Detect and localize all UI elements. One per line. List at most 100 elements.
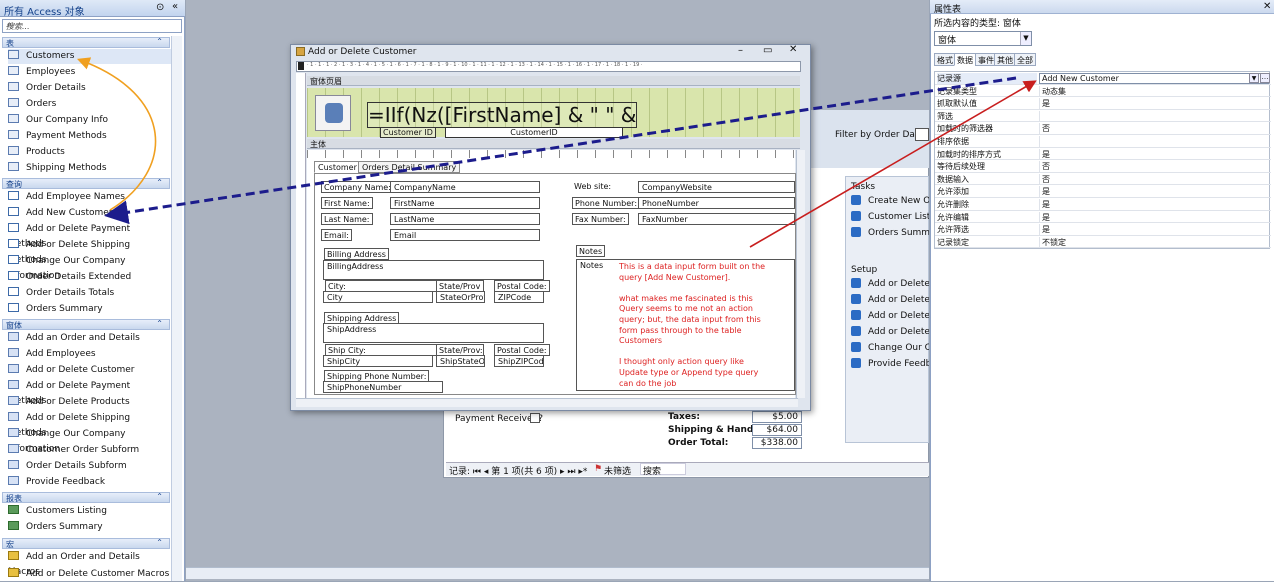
- phone-field[interactable]: PhoneNumber: [638, 197, 795, 209]
- record-source-dropdown-icon[interactable]: ▼: [1249, 73, 1259, 83]
- record-position[interactable]: 记录: ⏮ ◂ 第 1 项(共 6 项) ▸ ⏭ ▸*: [449, 464, 587, 477]
- email-field[interactable]: Email: [390, 229, 540, 241]
- nav-item[interactable]: Add New Customer: [8, 206, 171, 221]
- property-value[interactable]: 否: [1039, 161, 1269, 173]
- ship-postal-field[interactable]: ShipZIPCode: [494, 355, 544, 367]
- object-selector-dropdown[interactable]: 窗体 ▼: [934, 31, 1032, 46]
- setup-link[interactable]: Provide Feedback: [851, 358, 929, 369]
- property-row[interactable]: 允许筛选 是: [935, 223, 1271, 236]
- setup-link[interactable]: Change Our Con: [851, 342, 929, 353]
- nav-item[interactable]: Change Our Company Information: [8, 427, 171, 454]
- nav-item[interactable]: Add or Delete Payment Methods: [8, 379, 171, 406]
- nav-item[interactable]: Payment Methods: [8, 129, 171, 144]
- task-link[interactable]: Orders Summary: [851, 227, 929, 238]
- company-name-field[interactable]: CompanyName: [390, 181, 540, 193]
- nav-item[interactable]: Products: [8, 145, 171, 160]
- nav-menu-icon[interactable]: ⊙: [156, 2, 164, 13]
- property-value[interactable]: 否: [1039, 123, 1269, 135]
- nav-item[interactable]: Add an Order and Details: [8, 331, 171, 346]
- design-hscrollbar[interactable]: [296, 398, 798, 407]
- shipping-value[interactable]: $64.00: [752, 424, 802, 436]
- property-value[interactable]: 是: [1039, 186, 1269, 198]
- property-value[interactable]: 动态集: [1039, 85, 1269, 97]
- customer-picture-icon[interactable]: [315, 95, 351, 131]
- property-tab[interactable]: 其他: [994, 53, 1016, 66]
- property-row[interactable]: 等待后续处理 否: [935, 160, 1271, 173]
- no-filter-button[interactable]: 未筛选: [604, 464, 631, 477]
- nav-item[interactable]: Our Company Info: [8, 113, 171, 128]
- billing-address-label[interactable]: Billing Address: [324, 248, 389, 260]
- detail-section-bar[interactable]: 主体: [307, 139, 800, 149]
- nav-item[interactable]: Employees: [8, 65, 171, 80]
- property-value[interactable]: 是: [1039, 211, 1269, 223]
- property-value[interactable]: Add New Customer: [1039, 73, 1269, 84]
- nav-item[interactable]: Shipping Methods: [8, 161, 171, 176]
- property-value[interactable]: 不锁定: [1039, 236, 1269, 248]
- property-value[interactable]: 是: [1039, 148, 1269, 160]
- workspace-hscrollbar[interactable]: [186, 567, 929, 579]
- setup-link[interactable]: Add or Delete C: [851, 278, 929, 289]
- no-filter-icon[interactable]: ⚑: [594, 464, 602, 474]
- property-row[interactable]: 数据输入 否: [935, 173, 1271, 186]
- last-name-field[interactable]: LastName: [390, 213, 540, 225]
- nav-item[interactable]: Order Details Totals: [8, 286, 171, 301]
- property-value[interactable]: 是: [1039, 98, 1269, 110]
- phone-label[interactable]: Phone Number:: [572, 197, 641, 209]
- chevron-down-icon[interactable]: ▼: [1020, 32, 1031, 45]
- setup-link[interactable]: Add or Delete P: [851, 310, 929, 321]
- property-value[interactable]: [1039, 136, 1269, 147]
- property-row[interactable]: 抓取默认值 是: [935, 97, 1271, 110]
- nav-group-header[interactable]: 表 ⌃: [2, 37, 170, 48]
- tab-orders-detail-summary[interactable]: Orders Detail Summary: [358, 161, 461, 173]
- builder-button[interactable]: …: [1260, 73, 1270, 83]
- nav-item[interactable]: Customer Order Subform: [8, 443, 171, 458]
- nav-item[interactable]: Change Our Company Information: [8, 254, 171, 281]
- property-tab[interactable]: 全部: [1014, 53, 1036, 66]
- design-vscrollbar[interactable]: [796, 150, 805, 398]
- nav-item[interactable]: Add Employee Names: [8, 190, 171, 205]
- first-name-field[interactable]: FirstName: [390, 197, 540, 209]
- nav-item[interactable]: Orders: [8, 97, 171, 112]
- property-row[interactable]: 记录源 Add New Customer: [935, 72, 1271, 85]
- nav-item[interactable]: Order Details Extended: [8, 270, 171, 285]
- first-name-label[interactable]: First Name:: [321, 197, 373, 209]
- fax-field[interactable]: FaxNumber: [638, 213, 795, 225]
- property-row[interactable]: 允许添加 是: [935, 185, 1271, 198]
- ship-state-field[interactable]: ShipStateOr: [436, 355, 485, 367]
- nav-item[interactable]: Order Details: [8, 81, 171, 96]
- property-row[interactable]: 允许删除 是: [935, 198, 1271, 211]
- collapse-group-icon[interactable]: ⌃: [156, 538, 163, 547]
- billing-address-field[interactable]: BillingAddress: [323, 260, 544, 280]
- nav-search-input[interactable]: 搜索... ⌕: [2, 19, 182, 33]
- property-sheet-close-icon[interactable]: ✕: [1263, 1, 1271, 12]
- record-search-box[interactable]: 搜索: [640, 463, 686, 477]
- nav-item[interactable]: Add or Delete Shipping Methods: [8, 238, 171, 265]
- collapse-group-icon[interactable]: ⌃: [156, 37, 163, 46]
- website-field[interactable]: CompanyWebsite: [638, 181, 795, 193]
- customer-id-label[interactable]: Customer ID: [380, 127, 436, 138]
- nav-group-header[interactable]: 宏 ⌃: [2, 538, 170, 549]
- nav-item[interactable]: Add Employees: [8, 347, 171, 362]
- nav-item[interactable]: Add an Order and Details Macros: [8, 550, 171, 577]
- nav-item[interactable]: Orders Summary: [8, 520, 171, 535]
- task-link[interactable]: Customer Listing: [851, 211, 929, 222]
- nav-item[interactable]: Order Details Subform: [8, 459, 171, 474]
- nav-group-header[interactable]: 报表 ⌃: [2, 492, 170, 503]
- close-icon[interactable]: ✕: [789, 44, 797, 55]
- nav-scrollbar[interactable]: [171, 36, 182, 581]
- nav-item[interactable]: Provide Feedback: [8, 475, 171, 490]
- nav-item[interactable]: Add or Delete Products: [8, 395, 171, 410]
- property-row[interactable]: 排序依据: [935, 135, 1271, 148]
- task-link[interactable]: Create New Ord: [851, 195, 929, 206]
- property-value[interactable]: 是: [1039, 199, 1269, 210]
- maximize-icon[interactable]: ▭: [763, 45, 772, 56]
- collapse-icon[interactable]: «: [172, 1, 178, 12]
- ship-city-field[interactable]: ShipCity: [323, 355, 433, 367]
- postal-code-field[interactable]: ZIPCode: [494, 291, 544, 303]
- collapse-group-icon[interactable]: ⌃: [156, 492, 163, 501]
- form-header-section-bar[interactable]: 窗体页眉: [307, 76, 800, 86]
- property-row[interactable]: 记录锁定 不锁定: [935, 236, 1271, 249]
- company-name-label[interactable]: Company Name:: [321, 181, 394, 193]
- property-row[interactable]: 加载时的筛选器 否: [935, 122, 1271, 135]
- setup-link[interactable]: Add or Delete P: [851, 294, 929, 305]
